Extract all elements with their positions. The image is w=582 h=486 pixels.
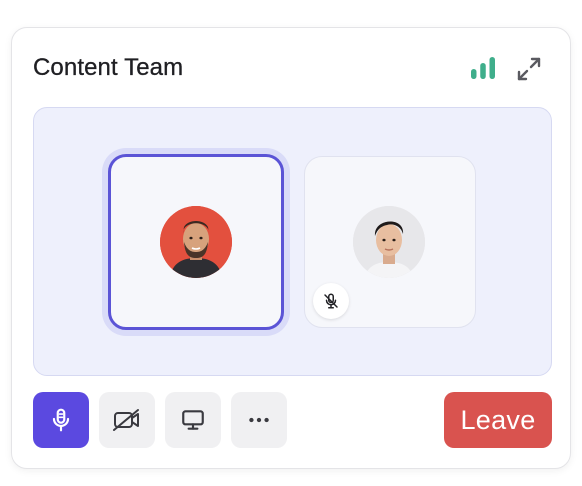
screen-share-button[interactable] (165, 392, 221, 448)
more-icon (249, 417, 269, 423)
call-card: Content Team Leave (11, 27, 571, 469)
participant-tile[interactable] (304, 156, 476, 328)
signal-bars-icon (471, 57, 495, 79)
avatar (160, 206, 232, 278)
video-stage (33, 107, 552, 376)
camera-off-icon (113, 409, 139, 431)
microphone-muted-icon (324, 293, 338, 309)
participant-tile-speaking[interactable] (108, 154, 284, 330)
muted-indicator (313, 283, 349, 319)
camera-toggle-button[interactable] (99, 392, 155, 448)
call-controls: Leave (33, 392, 552, 448)
leave-button[interactable]: Leave (444, 392, 552, 448)
avatar (353, 206, 425, 278)
more-options-button[interactable] (231, 392, 287, 448)
room-title: Content Team (33, 54, 184, 81)
microphone-icon (52, 408, 70, 432)
microphone-button[interactable] (33, 392, 89, 448)
expand-icon[interactable] (516, 56, 542, 82)
screen-share-icon (182, 410, 204, 430)
